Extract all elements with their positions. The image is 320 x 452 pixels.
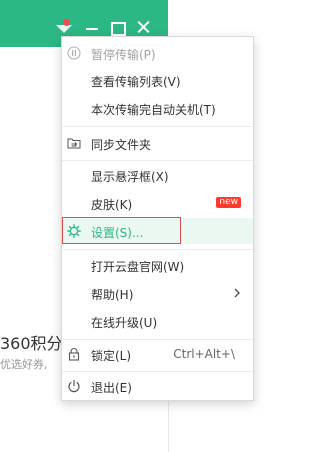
maximize-icon[interactable] (109, 19, 126, 36)
power-icon (68, 380, 80, 393)
chevron-right-icon (234, 288, 240, 298)
minimize-icon[interactable] (84, 19, 100, 35)
menu-item-lock[interactable]: 锁定(L) Ctrl+Alt+\ (62, 341, 253, 367)
menu-item-label: 设置(S)... (91, 226, 144, 240)
menu-item-label: 查看传输列表(V) (91, 75, 181, 89)
menu-item-pause-transfer[interactable]: 暂停传输(P) (62, 40, 253, 66)
menu-item-transfer-list[interactable]: 查看传输列表(V) (62, 67, 253, 93)
menu-item-help[interactable]: 帮助(H) (62, 280, 253, 306)
points-text: 360积分 (0, 334, 63, 353)
pause-icon (67, 46, 81, 60)
menu-item-skin[interactable]: 皮肤(K) new (62, 190, 253, 216)
menu-separator (62, 126, 253, 127)
menu-item-label: 本次传输完自动关机(T) (91, 103, 216, 117)
menu-separator (62, 339, 253, 340)
menu-item-label: 退出(E) (91, 381, 132, 395)
menu-item-floating-box[interactable]: 显示悬浮框(X) (62, 162, 253, 188)
menu-separator (62, 249, 253, 250)
menu-separator (62, 160, 253, 161)
menu-item-label: 帮助(H) (91, 288, 134, 302)
menu-separator (62, 371, 253, 372)
menu-item-label: 皮肤(K) (91, 198, 133, 212)
menu-item-auto-shutdown[interactable]: 本次传输完自动关机(T) (62, 95, 253, 121)
sync-folder-icon (67, 138, 81, 149)
menu-item-label: 同步文件夹 (91, 138, 152, 152)
settings-gear-icon (67, 224, 81, 238)
close-icon[interactable] (135, 19, 151, 35)
new-badge: new (216, 197, 241, 208)
skin-icon[interactable] (54, 15, 76, 37)
menu-item-sync-folder[interactable]: 同步文件夹 (62, 130, 253, 156)
context-menu: 暂停传输(P) 查看传输列表(V) 本次传输完自动关机(T) 同步文件夹 显示悬… (61, 36, 254, 401)
hint-text: 优选好券, (0, 358, 48, 371)
menu-item-online-upgrade[interactable]: 在线升级(U) (62, 308, 253, 334)
menu-item-label: 打开云盘官网(W) (91, 260, 185, 274)
menu-item-open-website[interactable]: 打开云盘官网(W) (62, 252, 253, 278)
menu-item-label: 显示悬浮框(X) (91, 170, 169, 184)
menu-item-label: 锁定(L) (91, 349, 132, 363)
lock-icon (68, 348, 80, 361)
menu-item-label: 暂停传输(P) (91, 48, 156, 62)
menu-item-label: 在线升级(U) (91, 316, 158, 330)
menu-item-settings[interactable]: 设置(S)... (62, 217, 253, 244)
menu-item-exit[interactable]: 退出(E) (62, 373, 253, 399)
lock-shortcut: Ctrl+Alt+\ (173, 347, 235, 361)
